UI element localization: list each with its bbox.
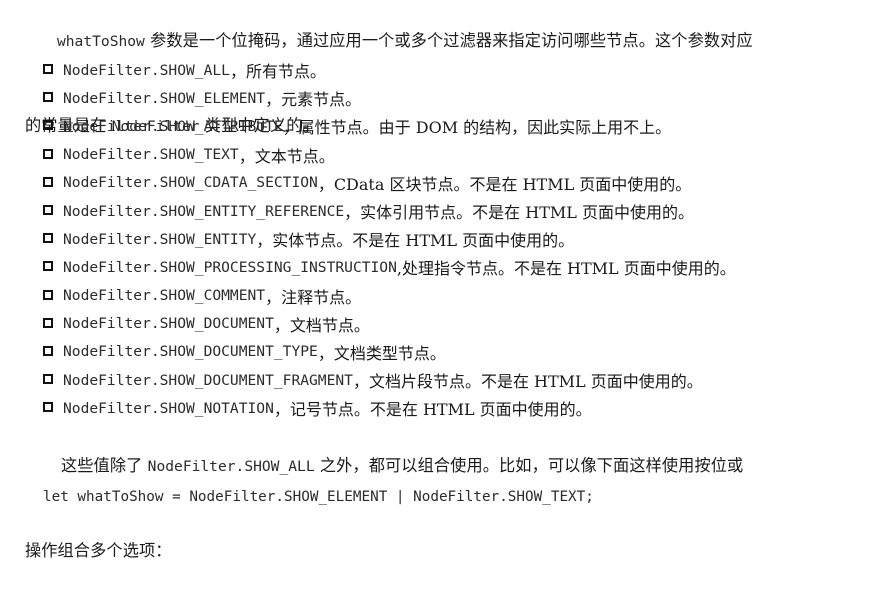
- list-item: NodeFilter.SHOW_DOCUMENT_FRAGMENT ，文档片段节点…: [43, 366, 873, 394]
- checkbox-bullet-icon: [43, 317, 53, 328]
- list-item-code: NodeFilter.SHOW_CDATA_SECTION: [63, 174, 318, 192]
- checkbox-bullet-icon: [43, 289, 53, 300]
- outro-text-2: 之外，都可以组合使用。比如，可以像下面这样使用按位或: [314, 456, 744, 475]
- cut-off-next-line: [70, 513, 870, 525]
- checkbox-bullet-icon: [43, 64, 53, 75]
- list-item-code: NodeFilter.SHOW_ATTRIBUTE: [63, 117, 283, 135]
- checkbox-bullet-icon: [43, 402, 53, 413]
- list-item-text: ，属性节点。由于 DOM 的结构，因此实际上用不上。: [282, 118, 672, 138]
- list-item-text: ，CData 区块节点。不是在 HTML 页面中使用的。: [317, 174, 692, 194]
- list-item-code: NodeFilter.SHOW_ELEMENT: [63, 89, 266, 107]
- list-item: NodeFilter.SHOW_DOCUMENT ，文档节点。: [43, 310, 873, 338]
- checkbox-bullet-icon: [43, 233, 53, 244]
- list-item-text: ，文档片段节点。不是在 HTML 页面中使用的。: [352, 372, 703, 392]
- checkbox-bullet-icon: [43, 148, 53, 159]
- checkbox-bullet-icon: [43, 176, 53, 187]
- list-item-code: NodeFilter.SHOW_NOTATION: [63, 399, 274, 417]
- outro-text-3: 操作组合多个选项：: [24, 541, 172, 560]
- list-item-code: NodeFilter.SHOW_ENTITY: [63, 230, 257, 248]
- list-item-code: NodeFilter.SHOW_COMMENT: [63, 287, 266, 305]
- list-item: NodeFilter.SHOW_ENTITY_REFERENCE ，实体引用节点。…: [43, 197, 873, 225]
- list-item: NodeFilter.SHOW_PROCESSING_INSTRUCTION ,处…: [43, 253, 873, 281]
- list-item-text: ，实体节点。不是在 HTML 页面中使用的。: [256, 231, 575, 251]
- list-item-text: ，文档节点。: [273, 315, 370, 335]
- checkbox-bullet-icon: [43, 345, 53, 356]
- document-page: whatToShow 参数是一个位掩码，通过应用一个或多个过滤器来指定访问哪些节…: [0, 0, 875, 560]
- list-item-code: NodeFilter.SHOW_ENTITY_REFERENCE: [63, 202, 345, 220]
- list-item-code: NodeFilter.SHOW_DOCUMENT_TYPE: [63, 343, 318, 361]
- checkbox-bullet-icon: [43, 205, 53, 216]
- code-example-line: let whatToShow = NodeFilter.SHOW_ELEMENT…: [43, 489, 594, 505]
- list-item-text: ，文本节点。: [238, 146, 335, 166]
- list-item-code: NodeFilter.SHOW_ALL: [63, 61, 230, 79]
- list-item: NodeFilter.SHOW_NOTATION ，记号节点。不是在 HTML 页…: [43, 394, 873, 422]
- list-item-text: ,处理指令节点。不是在 HTML 页面中使用的。: [396, 259, 736, 279]
- list-item-code: NodeFilter.SHOW_TEXT: [63, 146, 239, 164]
- list-item: NodeFilter.SHOW_ATTRIBUTE ，属性节点。由于 DOM 的结…: [43, 112, 873, 140]
- list-item: NodeFilter.SHOW_COMMENT ，注释节点。: [43, 282, 873, 310]
- list-item-text: ，注释节点。: [265, 287, 362, 307]
- checkbox-bullet-icon: [43, 261, 53, 272]
- list-item: NodeFilter.SHOW_ALL ，所有节点。: [43, 56, 873, 84]
- list-item: NodeFilter.SHOW_CDATA_SECTION ，CData 区块节点…: [43, 169, 873, 197]
- nodefilter-constants-list: NodeFilter.SHOW_ALL ，所有节点。 NodeFilter.SHO…: [43, 56, 873, 422]
- list-item-text: ，元素节点。: [265, 90, 362, 110]
- list-item-code: NodeFilter.SHOW_DOCUMENT_FRAGMENT: [63, 371, 353, 389]
- outro-text-1: 这些值除了: [60, 456, 148, 475]
- list-item: NodeFilter.SHOW_ELEMENT ，元素节点。: [43, 84, 873, 112]
- list-item-text: ，所有节点。: [229, 62, 326, 82]
- list-item-text: ，文档类型节点。: [317, 343, 446, 363]
- intro-code-whattoshow: whatToShow: [56, 33, 145, 50]
- list-item-code: NodeFilter.SHOW_PROCESSING_INSTRUCTION: [63, 258, 397, 276]
- intro-text-1: 参数是一个位掩码，通过应用一个或多个过滤器来指定访问哪些节点。这个参数对应: [144, 31, 753, 50]
- checkbox-bullet-icon: [43, 92, 53, 103]
- list-item-code: NodeFilter.SHOW_DOCUMENT: [63, 315, 274, 333]
- list-item: NodeFilter.SHOW_DOCUMENT_TYPE ，文档类型节点。: [43, 338, 873, 366]
- list-item-text: ，记号节点。不是在 HTML 页面中使用的。: [273, 400, 592, 420]
- list-item: NodeFilter.SHOW_ENTITY ，实体节点。不是在 HTML 页面中…: [43, 225, 873, 253]
- list-item: NodeFilter.SHOW_TEXT ，文本节点。: [43, 141, 873, 169]
- outro-code-show-all: NodeFilter.SHOW_ALL: [147, 458, 315, 475]
- checkbox-bullet-icon: [43, 374, 53, 385]
- checkbox-bullet-icon: [43, 120, 53, 131]
- list-item-text: ，实体引用节点。不是在 HTML 页面中使用的。: [344, 203, 694, 223]
